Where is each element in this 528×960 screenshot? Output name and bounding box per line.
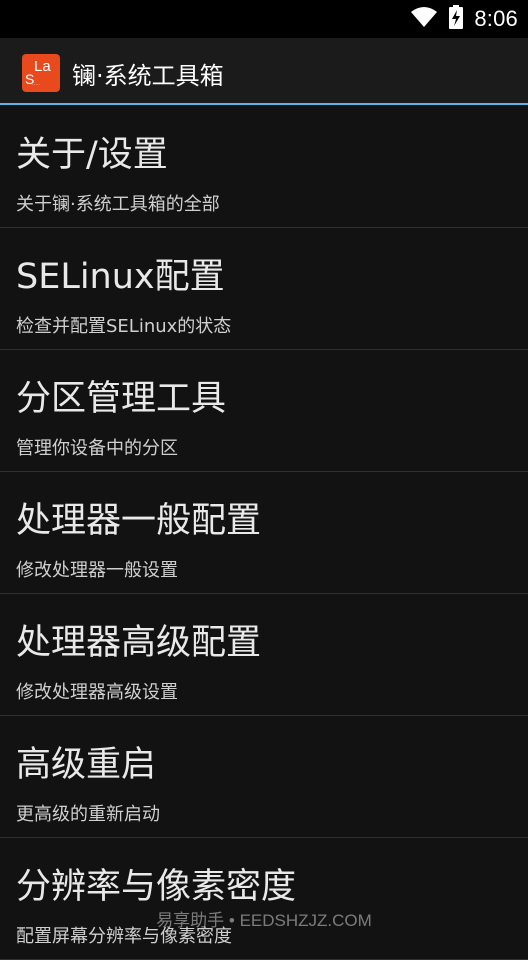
list-item-subtitle: 修改处理器一般设置 bbox=[16, 560, 178, 581]
status-icons: 8:06 bbox=[410, 5, 518, 33]
list-item-subtitle: 管理你设备中的分区 bbox=[16, 438, 178, 459]
app-bar: S La ····· 镧·系统工具箱 bbox=[0, 38, 528, 105]
watermark: 易享助手 • EEDSHZJZ.COM bbox=[156, 911, 372, 930]
clock: 8:06 bbox=[474, 6, 518, 31]
list-item-resolution-dpi[interactable]: 分辨率与像素密度 配置屏幕分辨率与像素密度 bbox=[0, 838, 528, 960]
list-item-subtitle: 修改处理器高级设置 bbox=[16, 682, 178, 703]
list-item-title: 关于/设置 bbox=[16, 135, 168, 175]
app-logo-la: La bbox=[34, 58, 51, 75]
list-item-title: 高级重启 bbox=[16, 745, 157, 785]
app-logo-decoration: ····· bbox=[32, 82, 41, 88]
list-item-advanced-reboot[interactable]: 高级重启 更高级的重新启动 bbox=[0, 716, 528, 838]
list-item-cpu-basic[interactable]: 处理器一般配置 修改处理器一般设置 bbox=[0, 472, 528, 594]
list-item-title: SELinux配置 bbox=[16, 257, 225, 297]
wifi-icon bbox=[410, 6, 438, 32]
list-item-cpu-advanced[interactable]: 处理器高级配置 修改处理器高级设置 bbox=[0, 594, 528, 716]
list-item-title: 分区管理工具 bbox=[16, 379, 227, 419]
list-item-subtitle: 更高级的重新启动 bbox=[16, 804, 160, 825]
battery-charging-icon bbox=[448, 5, 464, 33]
tool-list: 关于/设置 关于镧·系统工具箱的全部 SELinux配置 检查并配置SELinu… bbox=[0, 106, 528, 960]
list-item-about-settings[interactable]: 关于/设置 关于镧·系统工具箱的全部 bbox=[0, 106, 528, 228]
list-item-subtitle: 检查并配置SELinux的状态 bbox=[16, 316, 232, 337]
list-item-title: 分辨率与像素密度 bbox=[16, 867, 297, 907]
app-title: 镧·系统工具箱 bbox=[72, 62, 224, 90]
list-item-title: 处理器高级配置 bbox=[16, 623, 262, 663]
list-item-selinux[interactable]: SELinux配置 检查并配置SELinux的状态 bbox=[0, 228, 528, 350]
status-bar: 8:06 bbox=[0, 0, 528, 38]
list-item-partition-manager[interactable]: 分区管理工具 管理你设备中的分区 bbox=[0, 350, 528, 472]
list-item-title: 处理器一般配置 bbox=[16, 501, 262, 541]
app-logo-icon[interactable]: S La ····· bbox=[22, 54, 60, 92]
list-item-subtitle: 关于镧·系统工具箱的全部 bbox=[16, 194, 220, 215]
